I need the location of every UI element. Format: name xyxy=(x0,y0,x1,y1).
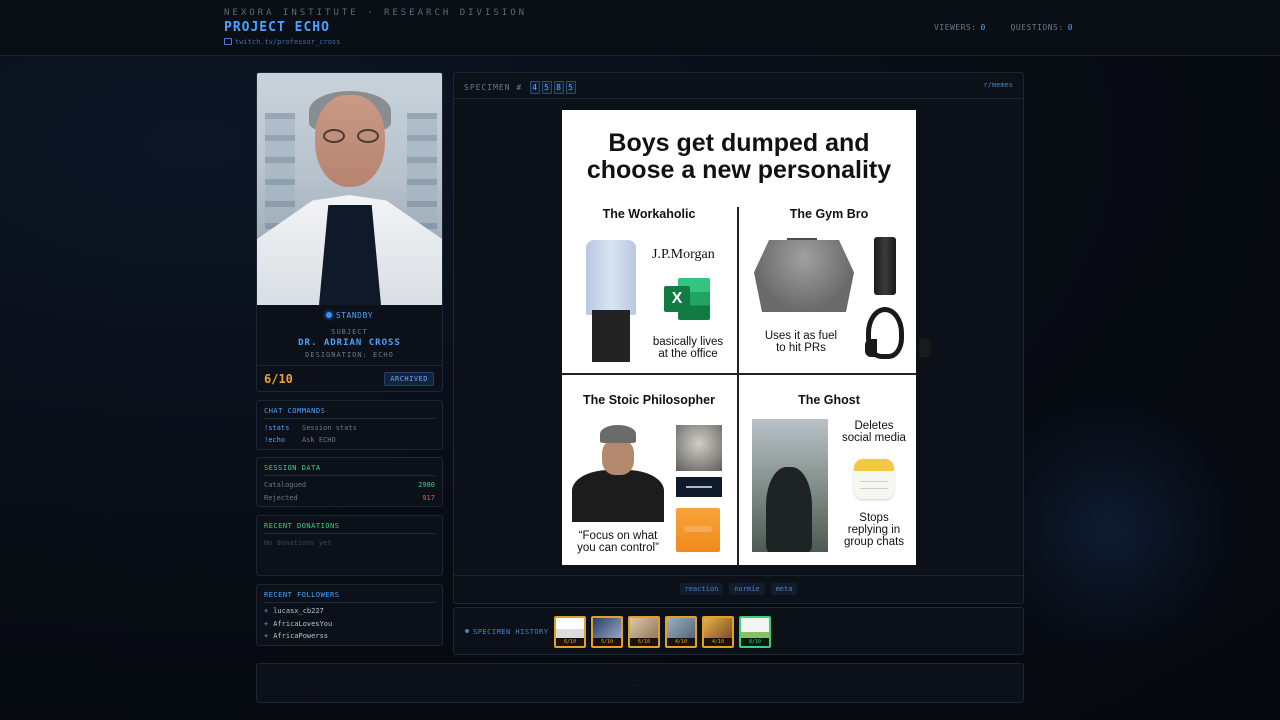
twitch-link[interactable]: twitch.tv/professor_cross xyxy=(224,38,340,46)
recent-donations-panel: RECENT DONATIONS No donations yet xyxy=(256,515,443,576)
audible-icon xyxy=(676,508,720,552)
rating-row: 6/10 ARCHIVED xyxy=(257,365,442,391)
top-bar: NEXORA INSTITUTE · RESEARCH DIVISION PRO… xyxy=(0,0,1280,56)
excel-icon: X xyxy=(664,278,710,320)
subject-name: DR. ADRIAN CROSS xyxy=(298,338,401,348)
chat-commands-panel: CHAT COMMANDS !stats Session stats !echo A… xyxy=(256,400,443,450)
meme-q4-caption-a: Deletes social media xyxy=(842,420,906,444)
follower-name: AfricaLovesYou xyxy=(273,620,333,628)
panel-title: RECENT FOLLOWERS xyxy=(264,591,340,599)
jpmorgan-logo: J.P.Morgan xyxy=(652,247,715,262)
subject-photo xyxy=(257,73,442,305)
rejected-label: Rejected xyxy=(264,494,298,502)
archived-badge[interactable]: ARCHIVED xyxy=(384,372,434,386)
meme-q3-caption: “Focus on what you can control” xyxy=(577,530,659,554)
specimen-header: SPECIMEN # 4585 xyxy=(464,81,576,94)
org-name: NEXORA INSTITUTE · RESEARCH DIVISION xyxy=(224,8,528,18)
command-name: !echo xyxy=(264,436,286,444)
meme-q3-title: The Stoic Philosopher xyxy=(583,393,715,407)
recent-followers-panel: RECENT FOLLOWERS + lucasx_cb227 + AfricaLo… xyxy=(256,584,443,646)
project-title: PROJECT ECHO xyxy=(224,20,330,35)
history-thumb[interactable]: 8/10 xyxy=(739,616,771,648)
meme-title: Boys get dumped and choose a new personal… xyxy=(586,129,892,184)
follower-name: AfricaPowerss xyxy=(273,632,329,640)
history-thumb[interactable]: 6/10 xyxy=(628,616,660,648)
panel-title: RECENT DONATIONS xyxy=(264,522,340,530)
bottom-bar: ... xyxy=(256,663,1024,703)
book-cover-image xyxy=(676,477,722,497)
viewers-count: 0 xyxy=(980,23,986,32)
shaker-bottle-icon xyxy=(874,237,896,295)
specimen-digit: 4 xyxy=(530,81,540,94)
tag-chip[interactable]: normie xyxy=(729,583,765,595)
viewers-label: VIEWERS: xyxy=(934,23,977,32)
catalogued-value: 2980 xyxy=(418,481,435,489)
specimen-digit: 5 xyxy=(542,81,552,94)
history-label: SPECIMEN HISTORY xyxy=(465,628,548,636)
questions-label: QUESTIONS: xyxy=(1010,23,1064,32)
meme-q4-title: The Ghost xyxy=(798,393,860,407)
donations-empty: No donations yet xyxy=(264,539,332,547)
statue-image xyxy=(676,425,722,471)
stoic-photo xyxy=(572,425,664,522)
tag-chip[interactable]: reaction xyxy=(679,583,724,595)
meme-q2-caption: Uses it as fuel to hit PRs xyxy=(764,330,838,354)
specimen-panel: SPECIMEN # 4585 r/memes Boys get dumped … xyxy=(453,72,1024,604)
history-thumb[interactable]: 6/10 xyxy=(554,616,586,648)
session-data-panel: SESSION DATA Catalogued 2980 Rejected 917 xyxy=(256,457,443,507)
meme-q1-caption: basically lives at the office xyxy=(652,336,724,360)
meme-image: Boys get dumped and choose a new personal… xyxy=(562,110,931,565)
panel-title: SESSION DATA xyxy=(264,464,321,472)
rejected-value: 917 xyxy=(422,494,435,502)
specimen-digit: 5 xyxy=(566,81,576,94)
header-stats: VIEWERS: 0 QUESTIONS: 0 xyxy=(934,23,1073,32)
source-link[interactable]: r/memes xyxy=(983,81,1013,89)
subject-label: SUBJECT xyxy=(331,328,368,336)
follower-item: + AfricaLovesYou xyxy=(264,620,333,628)
history-thumb[interactable]: 4/10 xyxy=(702,616,734,648)
gym-bro-photo xyxy=(754,240,854,312)
loading-dots: ... xyxy=(632,680,648,688)
notes-app-icon xyxy=(854,459,894,499)
catalogued-row: Catalogued 2980 xyxy=(264,481,435,489)
follower-name: lucasx_cb227 xyxy=(273,607,324,615)
subject-rating: 6/10 xyxy=(264,372,293,386)
follower-item: + AfricaPowerss xyxy=(264,632,329,640)
status-text: STANDBY xyxy=(335,311,374,320)
tag-chip[interactable]: meta xyxy=(770,583,798,595)
command-desc: Ask ECHO xyxy=(302,436,336,444)
headphones-icon xyxy=(865,307,931,359)
command-name: !stats xyxy=(264,424,290,432)
subject-card: STANDBY SUBJECT DR. ADRIAN CROSS DESIGNA… xyxy=(256,72,443,392)
history-thumb[interactable]: 5/10 xyxy=(591,616,623,648)
meme-q4-caption-b: Stops replying in group chats xyxy=(843,512,905,548)
ghost-photo xyxy=(752,419,828,552)
specimen-history-panel: SPECIMEN HISTORY 6/10 5/10 6/10 4/10 4/1… xyxy=(453,607,1024,655)
meme-q2-title: The Gym Bro xyxy=(789,207,869,221)
command-row: !stats Session stats xyxy=(264,424,357,432)
tag-list: reaction normie meta xyxy=(454,583,1023,595)
command-row: !echo Ask ECHO xyxy=(264,436,336,444)
specimen-label: SPECIMEN # xyxy=(464,83,523,92)
rejected-row: Rejected 917 xyxy=(264,494,435,502)
twitch-icon xyxy=(224,38,232,45)
history-thumb[interactable]: 4/10 xyxy=(665,616,697,648)
follower-item: + lucasx_cb227 xyxy=(264,607,324,615)
meme-q1-title: The Workaholic xyxy=(602,207,696,221)
subject-designation: DESIGNATION: ECHO xyxy=(305,351,394,359)
catalogued-label: Catalogued xyxy=(264,481,307,489)
panel-title: CHAT COMMANDS xyxy=(264,407,326,415)
history-dot-icon xyxy=(465,629,469,633)
specimen-digit: 8 xyxy=(554,81,564,94)
questions-count: 0 xyxy=(1067,23,1074,32)
workaholic-photo xyxy=(576,240,646,362)
command-desc: Session stats xyxy=(302,424,357,432)
subject-status: STANDBY xyxy=(257,311,442,320)
status-dot-icon xyxy=(325,312,332,318)
twitch-url: twitch.tv/professor_cross xyxy=(235,38,341,46)
